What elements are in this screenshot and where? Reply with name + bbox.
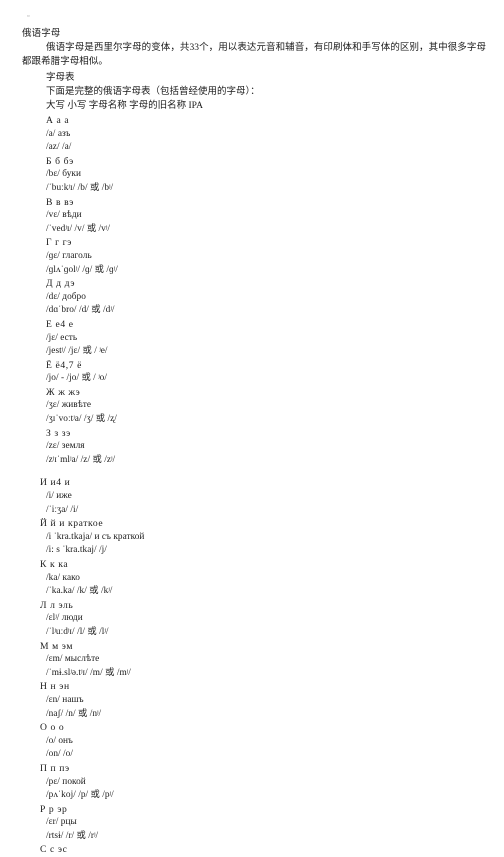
alphabet-entry: П п пэ/pɛ/ покой/pʌˈkoj/ /p/ 或 /pʲ/ [22,762,486,803]
letter-name: /i/ иже [46,491,72,502]
alphabet-entry: Ё ё4,7 ё/jo/ - /jo/ 或 / ʲo/ [22,359,486,386]
alphabet-entry: М м эм/ɛm/ мыслѣте/ˈmɨ.slʲə.tʲɪ/ /m/ 或 /… [22,640,486,681]
letter-forms: П п пэ [40,762,70,774]
section-note: 下面是完整的俄语字母表（包括曾经使用的字母）： [46,87,260,97]
letter-ipa: /ˈiːʒa/ /i/ [46,504,79,515]
alphabet-list: А а а/a/ азъ/az/ /a/Б б бэ/bɛ/ буки/ˈbuː… [22,114,486,857]
missing-glyph-box: ▫ [27,12,30,20]
letter-forms: Д д дэ [46,278,76,290]
letter-forms: Г г гэ [46,237,72,249]
alphabet-entry: К к ка/ka/ како/ˈka.ka/ /k/ 或 /kʲ/ [22,558,486,599]
letter-ipa: /i: s ˈkra.tkaj/ /j/ [46,545,107,556]
letter-forms: М м эм [40,640,74,652]
letter-name: /jo/ - /jo/ 或 / ʲo/ [46,373,108,384]
letter-name: /ɛlʲ/ люди [46,613,83,624]
letter-forms: Б б бэ [46,155,74,167]
alphabet-entry: Г г гэ/ɡɛ/ глаголь/ɡlʌˈɡolʲ/ /ɡ/ 或 /ɡʲ/ [22,236,486,277]
alphabet-entry: Ж ж жэ/ʒɛ/ живѣте/ʒɪˈvoːtʲa/ /ʒ/ 或 /ʐ/ [22,386,486,427]
letter-ipa: /ˈka.ka/ /k/ 或 /kʲ/ [46,586,113,597]
alphabet-entry: Й й и краткое/i ˈkra.tkaja/ и съ краткой… [22,517,486,558]
table-column-header: 大写 小写 字母名称 字母的旧名称 IPA [46,101,203,111]
letter-ipa: /pʌˈkoj/ /p/ 或 /pʲ/ [46,790,114,801]
letter-ipa: /rtsɨ/ /r/ 或 /rʲ/ [46,830,99,841]
letter-forms: Ж ж жэ [46,386,81,398]
alphabet-entry: З з зэ/zɛ/ земля/zʲɪˈmlʲa/ /z/ 或 /zʲ/ [22,427,486,468]
alphabet-entry: И и4 и/i/ иже/ˈiːʒa/ /i/ [22,476,486,517]
alphabet-entry: А а а/a/ азъ/az/ /a/ [22,114,486,155]
letter-name: /dɛ/ добро [46,291,86,302]
letter-name: /a/ азъ [46,128,71,139]
letter-forms: Е е4 е [46,318,74,330]
letter-ipa: /dɑˈbro/ /d/ 或 /dʲ/ [46,305,115,316]
alphabet-entry: Е е4 е/jɛ/ есть/jestʲ/ /jɛ/ 或 / ʲe/ [22,318,486,359]
alphabet-entry: Н н эн/ɛn/ нашъ/naʃ/ /n/ 或 /nʲ/ [22,680,486,721]
letter-ipa: /naʃ/ /n/ 或 /nʲ/ [46,708,102,719]
alphabet-entry: Р р эр/ɛr/ рцы/rtsɨ/ /r/ 或 /rʲ/ [22,803,486,844]
letter-ipa: /zʲɪˈmlʲa/ /z/ 或 /zʲ/ [46,454,116,465]
letter-name: /vɛ/ вѣди [46,210,82,221]
letter-ipa: /ˈvedʲɪ/ /v/ 或 /vʲ/ [46,223,111,234]
letter-ipa: /ˈbuːkʲɪ/ /b/ 或 /bʲ/ [46,182,114,193]
letter-name: /pɛ/ покой [46,776,86,787]
letter-name: /zɛ/ земля [46,441,85,452]
letter-ipa: /ˈmɨ.slʲə.tʲɪ/ /m/ 或 /mʲ/ [46,667,131,678]
alphabet-entry: Л л эль/ɛlʲ/ люди/ˈlʲuːdʲɪ/ /l/ 或 /lʲ/ [22,599,486,640]
letter-name: /ka/ како [46,572,80,583]
letter-forms: О о о [40,722,65,734]
letter-name: /ʒɛ/ живѣте [46,400,92,411]
alphabet-entry: С с эс [22,843,486,857]
letter-forms: Й й и краткое [40,518,104,530]
letter-name: /ɛm/ мыслѣте [46,654,100,665]
letter-name: /i ˈkra.tkaja/ и съ краткой [46,531,145,542]
alphabet-entry: Б б бэ/bɛ/ буки/ˈbuːkʲɪ/ /b/ 或 /bʲ/ [22,155,486,196]
letter-forms: В в вэ [46,196,74,208]
page-title: 俄语字母 [22,29,61,39]
letter-forms: Л л эль [40,599,74,611]
letter-name: /ɛr/ рцы [46,817,77,828]
letter-name: /ɡɛ/ глаголь [46,250,92,261]
letter-name: /ɛn/ нашъ [46,694,84,705]
letter-forms: Н н эн [40,681,70,693]
letter-forms: А а а [46,115,70,126]
letter-name: /bɛ/ буки [46,169,82,180]
section-heading-alphabet: 字母表 [46,73,75,83]
letter-forms: З з зэ [46,427,71,439]
letter-forms: Ё ё4,7 ё [46,359,82,371]
list-gap [22,467,486,476]
letter-ipa: /az/ /a/ [46,142,72,153]
letter-ipa: /on/ /o/ [46,749,74,760]
alphabet-entry: В в вэ/vɛ/ вѣди/ˈvedʲɪ/ /v/ 或 /vʲ/ [22,196,486,237]
letter-name: /jɛ/ есть [46,332,78,343]
letter-forms: С с эс [40,844,68,856]
letter-ipa: /ɡlʌˈɡolʲ/ /ɡ/ 或 /ɡʲ/ [46,264,118,275]
letter-name: /o/ онъ [46,735,73,746]
letter-forms: И и4 и [40,477,71,489]
letter-forms: К к ка [40,559,69,570]
letter-ipa: /ʒɪˈvoːtʲa/ /ʒ/ 或 /ʐ/ [46,414,117,425]
letter-ipa: /jestʲ/ /jɛ/ 或 / ʲe/ [46,346,108,357]
intro-paragraph: 俄语字母是西里尔字母的变体，共33个，用以表达元音和辅音，有印刷体和手写体的区别… [22,43,486,67]
letter-forms: Р р эр [40,803,68,815]
alphabet-entry: О о о/o/ онъ/on/ /o/ [22,721,486,762]
document-page: ▫ 俄语字母 俄语字母是西里尔字母的变体，共33个，用以表达元音和辅音，有印刷体… [0,0,504,855]
alphabet-entry: Д д дэ/dɛ/ добро/dɑˈbro/ /d/ 或 /dʲ/ [22,277,486,318]
letter-ipa: /ˈlʲuːdʲɪ/ /l/ 或 /lʲ/ [46,626,109,637]
